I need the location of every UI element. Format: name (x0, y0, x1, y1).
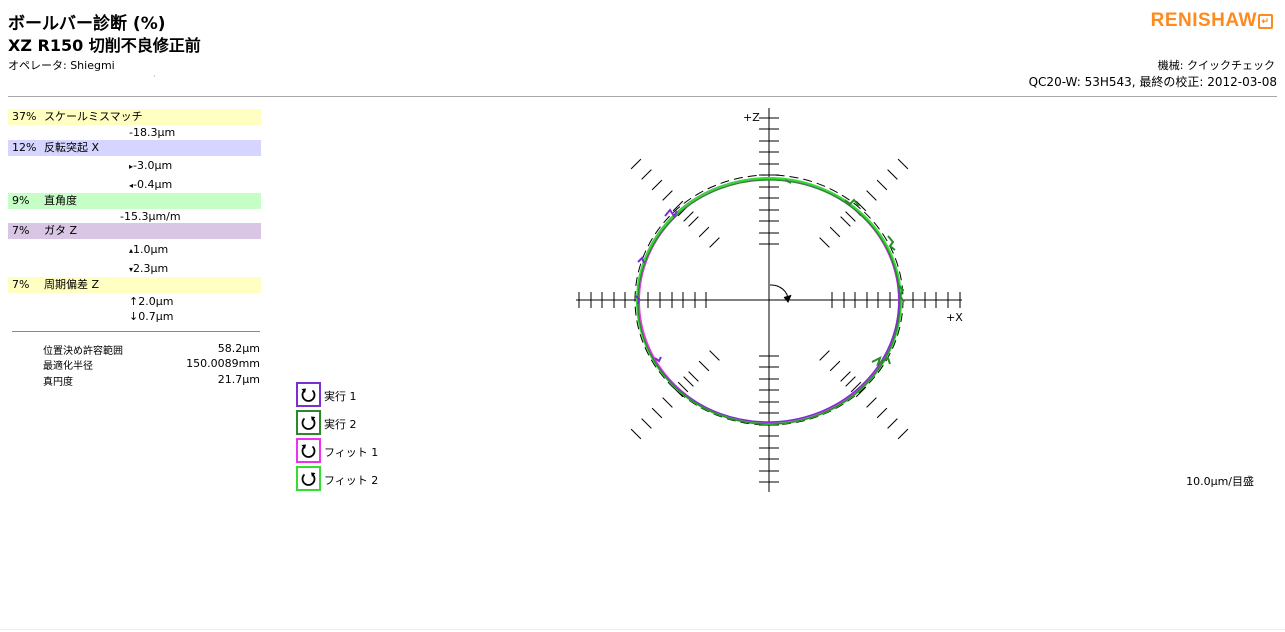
diagonal-hatch-mark (829, 226, 841, 238)
diagonal-hatch-mark (819, 350, 830, 361)
legend-label: フィット 2 (324, 474, 379, 487)
error-backlash-x[interactable]: 12% 反転突起 X (8, 140, 261, 156)
cw-arrow-icon (296, 410, 321, 435)
diagonal-hatch-mark (897, 158, 909, 170)
diagonal-hatch-mark (630, 428, 642, 440)
error-name: 反転突起 X (44, 141, 100, 154)
diagonal-hatch-mark (709, 237, 720, 248)
diagonal-hatch-mark (887, 169, 898, 180)
z-axis-label: +Z (743, 111, 760, 124)
diagonal-hatch-mark (819, 237, 830, 248)
x-axis-label: +X (946, 311, 963, 324)
diagonal-hatch-mark (630, 158, 642, 170)
diagonal-hatch-mark (897, 428, 909, 440)
error-percent: 7% (12, 224, 30, 237)
up-arrow-icon: ↑ (129, 295, 139, 308)
error-value: ▸-3.0µm (129, 159, 173, 172)
test-subtitle: XZ R150 切削不良修正前 (8, 36, 201, 55)
diagonal-hatch-mark (683, 376, 694, 387)
diagonal-hatch-mark (698, 360, 710, 372)
cw-arrow-icon (296, 466, 321, 491)
plot-scale-label: 10.0µm/目盛 (1186, 475, 1254, 488)
error-value: ▴1.0µm (129, 243, 169, 256)
legend-label: 実行 1 (324, 390, 357, 403)
error-scale-mismatch[interactable]: 37% スケールミスマッチ (8, 109, 261, 125)
diagonal-hatch-mark (688, 216, 699, 227)
diagonal-hatch-mark (662, 397, 673, 408)
diagonal-hatch-mark (641, 418, 652, 429)
stat-label: 位置決め許容範囲 (43, 346, 123, 357)
stats-divider (12, 331, 260, 332)
renishaw-logo: RENISHAW ↵ (1151, 10, 1273, 32)
diagonal-hatch-mark (698, 226, 710, 238)
diagonal-hatch-mark (709, 350, 720, 361)
diagonal-hatch-mark (651, 407, 663, 419)
diagonal-hatch-mark (866, 190, 877, 201)
machine-label: 機械: クイックチェック (1157, 59, 1275, 72)
diagonal-hatch-mark (683, 211, 694, 222)
error-value: -18.3µm (129, 126, 176, 139)
error-name: スケールミスマッチ (44, 110, 143, 123)
legend-label: 実行 2 (324, 418, 357, 431)
diagonal-hatch-mark (840, 371, 851, 382)
stat-value: 58.2µm (217, 342, 260, 355)
decorative-dot: · (153, 72, 156, 81)
error-name: 直角度 (44, 194, 77, 207)
device-calibration-label: QC20-W: 53H543, 最終の校正: 2012-03-08 (1028, 75, 1277, 89)
error-percent: 12% (12, 141, 37, 154)
stat-label: 真円度 (43, 377, 73, 388)
stat-value: 21.7µm (217, 373, 260, 386)
down-arrow-icon: ↓ (129, 310, 139, 323)
error-squareness[interactable]: 9% 直角度 (8, 193, 261, 209)
error-name: ガタ Z (44, 224, 78, 237)
diagonal-hatch-mark (641, 169, 652, 180)
error-percent: 7% (12, 278, 30, 291)
diagonal-hatch-mark (829, 360, 841, 372)
diagonal-hatch-mark (845, 211, 856, 222)
ballbar-polar-plot: +X +Z (576, 108, 963, 492)
error-percent: 9% (12, 194, 30, 207)
diagonal-hatch-mark (887, 418, 898, 429)
stat-label: 最適化半径 (43, 361, 93, 372)
error-cyclic-z[interactable]: 7% 周期偏差 Z (8, 277, 261, 293)
diagonal-hatch-mark (662, 190, 673, 201)
diagonal-hatch-mark (876, 179, 888, 191)
error-percent: 37% (12, 110, 37, 123)
diagonal-hatch-mark (845, 376, 856, 387)
error-value: ↑2.0µm (129, 295, 174, 308)
page-title: ボールバー診断 (%) (8, 14, 166, 34)
diagonal-hatch-mark (840, 216, 851, 227)
stat-value: 150.0089mm (186, 357, 260, 370)
diagonal-hatch-mark (688, 371, 699, 382)
error-value: ▾2.3µm (129, 262, 169, 275)
legend-label: フィット 1 (324, 446, 379, 459)
error-value: ↓0.7µm (129, 310, 174, 323)
ccw-arrow-icon (296, 382, 321, 407)
diagonal-hatch-mark (651, 179, 663, 191)
diagonal-hatch-mark (876, 407, 888, 419)
bottom-border (0, 629, 1285, 630)
plot-grid (576, 108, 962, 492)
error-name: 周期偏差 Z (44, 278, 100, 291)
diagonal-hatch-mark (866, 397, 877, 408)
error-value: ◂-0.4µm (129, 178, 173, 191)
error-value: -15.3µm/m (120, 210, 181, 223)
operator-label: オペレータ: Shiegmi (8, 59, 115, 72)
header-divider (8, 96, 1277, 97)
logo-mark-icon: ↵ (1258, 14, 1273, 29)
ccw-arrow-icon (296, 438, 321, 463)
error-play-z[interactable]: 7% ガタ Z (8, 223, 261, 239)
